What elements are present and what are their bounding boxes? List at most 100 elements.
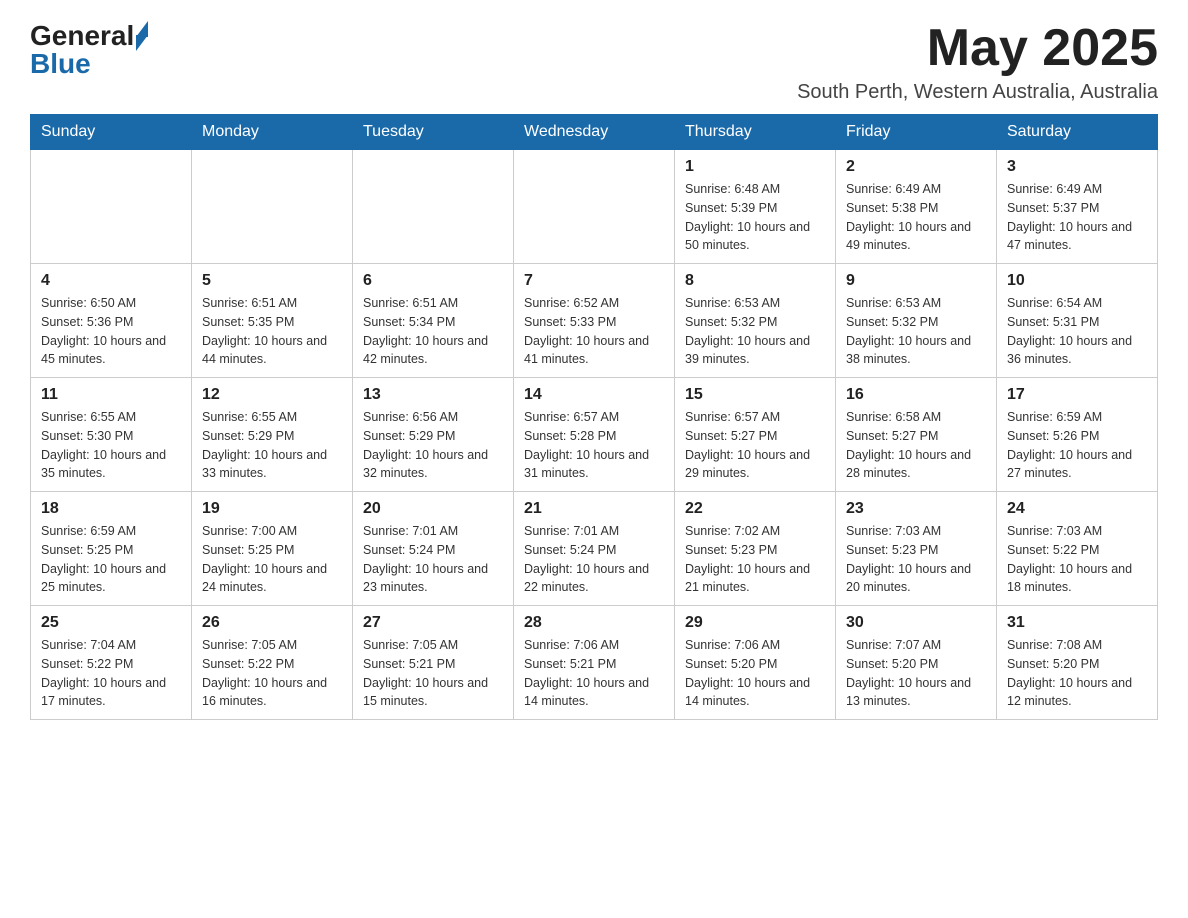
day-number: 21	[524, 500, 664, 518]
calendar-cell: 18 Sunrise: 6:59 AMSunset: 5:25 PMDayligh…	[31, 492, 192, 606]
calendar-week-row: 25 Sunrise: 7:04 AMSunset: 5:22 PMDayligh…	[31, 606, 1158, 720]
calendar-week-row: 11Sunrise: 6:55 AMSunset: 5:30 PMDayligh…	[31, 378, 1158, 492]
day-number: 12	[202, 386, 342, 404]
day-number: 6	[363, 272, 503, 290]
column-header-friday: Friday	[836, 115, 997, 150]
day-info: Sunrise: 7:06 AMSunset: 5:21 PMDaylight:…	[524, 636, 664, 711]
day-info: Sunrise: 6:51 AMSunset: 5:34 PMDaylight:…	[363, 294, 503, 369]
logo-blue-text: Blue	[30, 48, 91, 80]
calendar-cell: 10 Sunrise: 6:54 AMSunset: 5:31 PMDayligh…	[997, 264, 1158, 378]
calendar-cell: 11Sunrise: 6:55 AMSunset: 5:30 PMDayligh…	[31, 378, 192, 492]
calendar-cell	[31, 150, 192, 264]
day-number: 13	[363, 386, 503, 404]
day-info: Sunrise: 6:56 AMSunset: 5:29 PMDaylight:…	[363, 408, 503, 483]
day-info: Sunrise: 6:57 AMSunset: 5:27 PMDaylight:…	[685, 408, 825, 483]
day-number: 7	[524, 272, 664, 290]
day-info: Sunrise: 7:08 AMSunset: 5:20 PMDaylight:…	[1007, 636, 1147, 711]
calendar-cell: 12 Sunrise: 6:55 AMSunset: 5:29 PMDayligh…	[192, 378, 353, 492]
day-info: Sunrise: 6:48 AMSunset: 5:39 PMDaylight:…	[685, 180, 825, 255]
day-number: 14	[524, 386, 664, 404]
day-info: Sunrise: 7:01 AMSunset: 5:24 PMDaylight:…	[363, 522, 503, 597]
day-info: Sunrise: 7:01 AMSunset: 5:24 PMDaylight:…	[524, 522, 664, 597]
day-info: Sunrise: 6:50 AMSunset: 5:36 PMDaylight:…	[41, 294, 181, 369]
calendar-cell	[353, 150, 514, 264]
day-info: Sunrise: 6:57 AMSunset: 5:28 PMDaylight:…	[524, 408, 664, 483]
day-number: 20	[363, 500, 503, 518]
day-number: 19	[202, 500, 342, 518]
calendar-cell: 5 Sunrise: 6:51 AMSunset: 5:35 PMDaylight…	[192, 264, 353, 378]
calendar-cell: 17 Sunrise: 6:59 AMSunset: 5:26 PMDayligh…	[997, 378, 1158, 492]
title-section: May 2025 South Perth, Western Australia,…	[797, 20, 1158, 104]
day-number: 10	[1007, 272, 1147, 290]
day-info: Sunrise: 6:51 AMSunset: 5:35 PMDaylight:…	[202, 294, 342, 369]
day-info: Sunrise: 6:55 AMSunset: 5:29 PMDaylight:…	[202, 408, 342, 483]
day-info: Sunrise: 6:54 AMSunset: 5:31 PMDaylight:…	[1007, 294, 1147, 369]
day-number: 5	[202, 272, 342, 290]
day-number: 11	[41, 386, 181, 404]
day-number: 9	[846, 272, 986, 290]
day-number: 2	[846, 158, 986, 176]
day-info: Sunrise: 7:05 AMSunset: 5:21 PMDaylight:…	[363, 636, 503, 711]
calendar-cell: 26 Sunrise: 7:05 AMSunset: 5:22 PMDayligh…	[192, 606, 353, 720]
day-number: 29	[685, 614, 825, 632]
calendar-week-row: 1Sunrise: 6:48 AMSunset: 5:39 PMDaylight…	[31, 150, 1158, 264]
day-info: Sunrise: 7:00 AMSunset: 5:25 PMDaylight:…	[202, 522, 342, 597]
calendar-week-row: 4 Sunrise: 6:50 AMSunset: 5:36 PMDaylight…	[31, 264, 1158, 378]
calendar-cell	[192, 150, 353, 264]
calendar-table: SundayMondayTuesdayWednesdayThursdayFrid…	[30, 114, 1158, 720]
day-info: Sunrise: 6:49 AMSunset: 5:37 PMDaylight:…	[1007, 180, 1147, 255]
day-number: 27	[363, 614, 503, 632]
calendar-cell	[514, 150, 675, 264]
day-number: 18	[41, 500, 181, 518]
calendar-cell: 7 Sunrise: 6:52 AMSunset: 5:33 PMDaylight…	[514, 264, 675, 378]
day-info: Sunrise: 7:05 AMSunset: 5:22 PMDaylight:…	[202, 636, 342, 711]
column-header-tuesday: Tuesday	[353, 115, 514, 150]
calendar-cell: 8Sunrise: 6:53 AMSunset: 5:32 PMDaylight…	[675, 264, 836, 378]
calendar-cell: 3 Sunrise: 6:49 AMSunset: 5:37 PMDaylight…	[997, 150, 1158, 264]
calendar-cell: 15 Sunrise: 6:57 AMSunset: 5:27 PMDayligh…	[675, 378, 836, 492]
day-info: Sunrise: 7:04 AMSunset: 5:22 PMDaylight:…	[41, 636, 181, 711]
calendar-cell: 25 Sunrise: 7:04 AMSunset: 5:22 PMDayligh…	[31, 606, 192, 720]
calendar-header-row: SundayMondayTuesdayWednesdayThursdayFrid…	[31, 115, 1158, 150]
calendar-cell: 14 Sunrise: 6:57 AMSunset: 5:28 PMDayligh…	[514, 378, 675, 492]
calendar-cell: 4 Sunrise: 6:50 AMSunset: 5:36 PMDaylight…	[31, 264, 192, 378]
calendar-week-row: 18 Sunrise: 6:59 AMSunset: 5:25 PMDayligh…	[31, 492, 1158, 606]
day-number: 28	[524, 614, 664, 632]
calendar-cell: 23Sunrise: 7:03 AMSunset: 5:23 PMDayligh…	[836, 492, 997, 606]
column-header-sunday: Sunday	[31, 115, 192, 150]
day-number: 25	[41, 614, 181, 632]
calendar-cell: 6 Sunrise: 6:51 AMSunset: 5:34 PMDaylight…	[353, 264, 514, 378]
day-number: 30	[846, 614, 986, 632]
day-number: 17	[1007, 386, 1147, 404]
calendar-cell: 27 Sunrise: 7:05 AMSunset: 5:21 PMDayligh…	[353, 606, 514, 720]
column-header-saturday: Saturday	[997, 115, 1158, 150]
day-info: Sunrise: 7:02 AMSunset: 5:23 PMDaylight:…	[685, 522, 825, 597]
logo: General Blue	[30, 20, 148, 80]
calendar-cell: 16Sunrise: 6:58 AMSunset: 5:27 PMDayligh…	[836, 378, 997, 492]
column-header-monday: Monday	[192, 115, 353, 150]
calendar-cell: 31Sunrise: 7:08 AMSunset: 5:20 PMDayligh…	[997, 606, 1158, 720]
calendar-cell: 13 Sunrise: 6:56 AMSunset: 5:29 PMDayligh…	[353, 378, 514, 492]
column-header-wednesday: Wednesday	[514, 115, 675, 150]
month-year-title: May 2025	[797, 20, 1158, 77]
day-info: Sunrise: 6:59 AMSunset: 5:25 PMDaylight:…	[41, 522, 181, 597]
day-info: Sunrise: 7:07 AMSunset: 5:20 PMDaylight:…	[846, 636, 986, 711]
calendar-cell: 22 Sunrise: 7:02 AMSunset: 5:23 PMDayligh…	[675, 492, 836, 606]
calendar-cell: 29Sunrise: 7:06 AMSunset: 5:20 PMDayligh…	[675, 606, 836, 720]
day-info: Sunrise: 6:53 AMSunset: 5:32 PMDaylight:…	[846, 294, 986, 369]
day-info: Sunrise: 6:52 AMSunset: 5:33 PMDaylight:…	[524, 294, 664, 369]
day-number: 16	[846, 386, 986, 404]
day-number: 15	[685, 386, 825, 404]
calendar-cell: 28 Sunrise: 7:06 AMSunset: 5:21 PMDayligh…	[514, 606, 675, 720]
day-number: 24	[1007, 500, 1147, 518]
day-info: Sunrise: 6:59 AMSunset: 5:26 PMDaylight:…	[1007, 408, 1147, 483]
day-number: 4	[41, 272, 181, 290]
location-subtitle: South Perth, Western Australia, Australi…	[797, 81, 1158, 104]
day-number: 22	[685, 500, 825, 518]
day-number: 3	[1007, 158, 1147, 176]
day-number: 26	[202, 614, 342, 632]
calendar-cell: 2Sunrise: 6:49 AMSunset: 5:38 PMDaylight…	[836, 150, 997, 264]
day-info: Sunrise: 7:03 AMSunset: 5:23 PMDaylight:…	[846, 522, 986, 597]
calendar-cell: 20 Sunrise: 7:01 AMSunset: 5:24 PMDayligh…	[353, 492, 514, 606]
column-header-thursday: Thursday	[675, 115, 836, 150]
